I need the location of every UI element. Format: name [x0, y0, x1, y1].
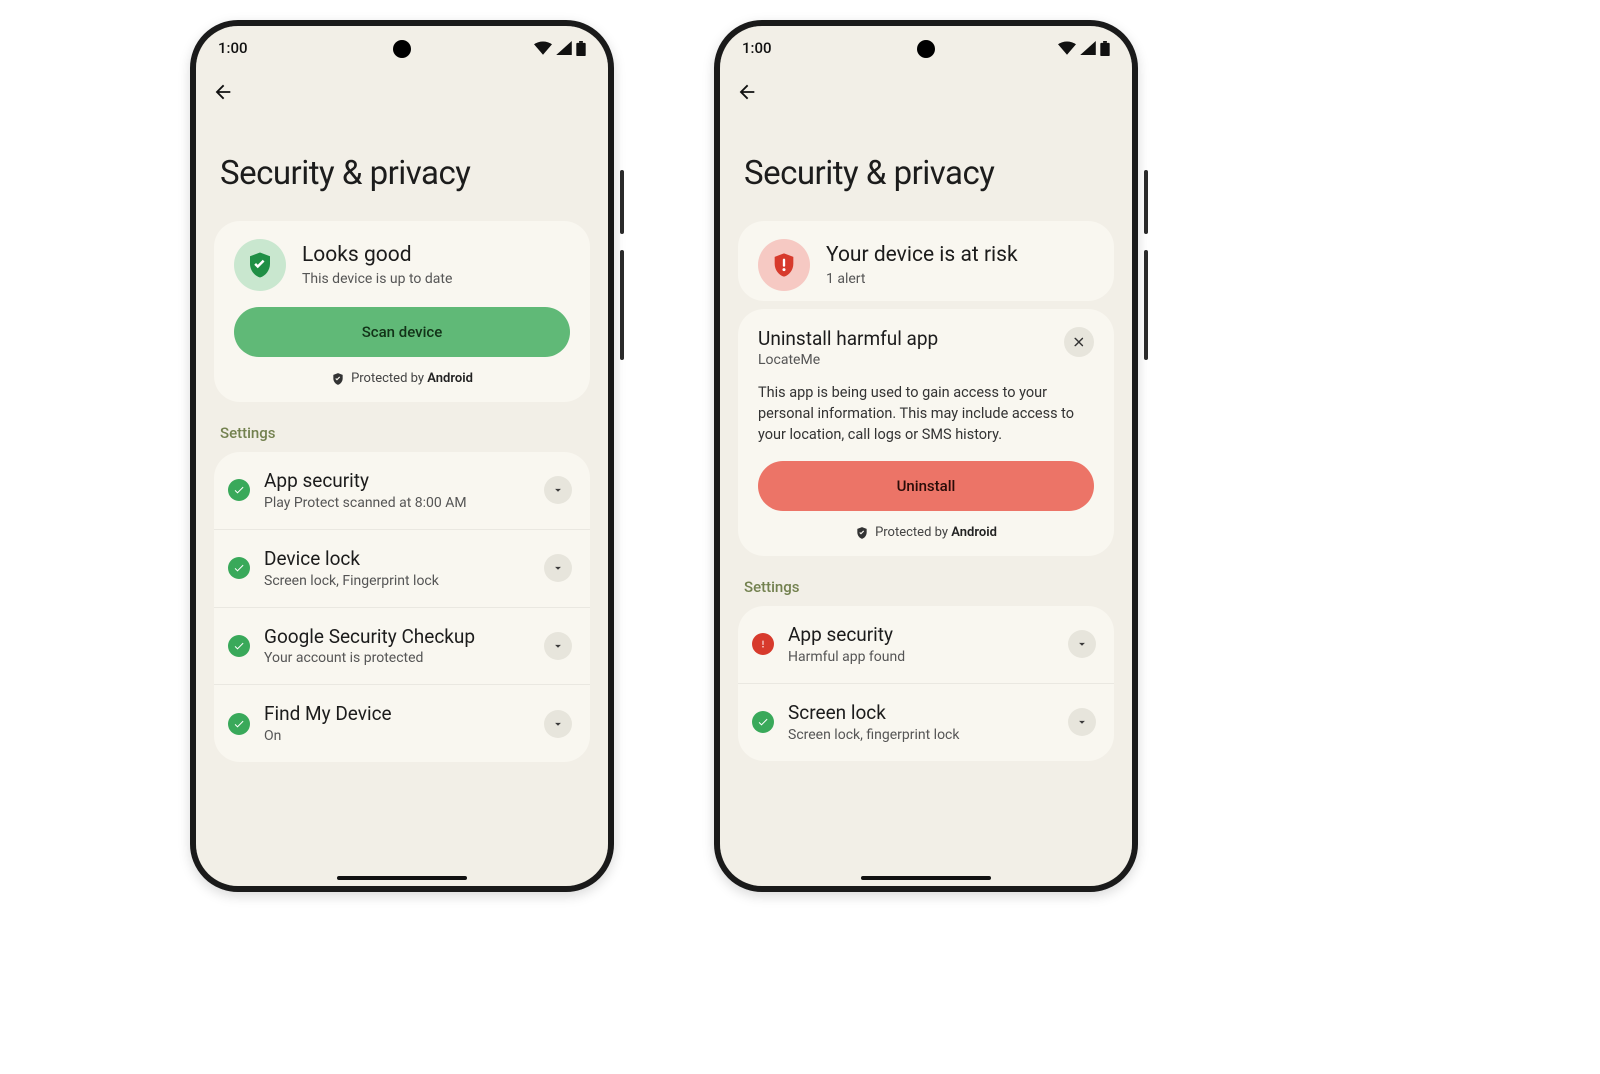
- expand-button[interactable]: [544, 554, 572, 582]
- shield-icon: [331, 372, 345, 386]
- expand-button[interactable]: [544, 710, 572, 738]
- shield-check-icon: [234, 239, 286, 291]
- row-screen-lock[interactable]: Screen lock Screen lock, fingerprint loc…: [738, 683, 1114, 761]
- check-circle-icon: [228, 479, 250, 501]
- row-subtitle: Your account is protected: [264, 650, 530, 666]
- row-subtitle: Harmful app found: [788, 649, 1054, 665]
- signal-icon: [1080, 41, 1096, 55]
- alert-app-name: LocateMe: [758, 352, 938, 368]
- row-subtitle: Screen lock, Fingerprint lock: [264, 573, 530, 589]
- chevron-down-icon: [551, 561, 565, 575]
- row-title: Find My Device: [264, 703, 530, 726]
- home-indicator[interactable]: [861, 876, 991, 880]
- status-icons: [534, 41, 586, 56]
- alert-description: This app is being used to gain access to…: [758, 382, 1094, 445]
- row-google-security-checkup[interactable]: Google Security Checkup Your account is …: [214, 607, 590, 685]
- status-icons: [1058, 41, 1110, 56]
- back-button[interactable]: [736, 81, 758, 103]
- status-title: Looks good: [302, 243, 570, 268]
- shield-icon: [855, 526, 869, 540]
- clock-text: 1:00: [742, 39, 772, 57]
- phone-mockup-left: 1:00 Security & privacy: [190, 20, 614, 892]
- shield-alert-icon: [758, 239, 810, 291]
- uninstall-button[interactable]: Uninstall: [758, 461, 1094, 511]
- row-title: Device lock: [264, 548, 530, 571]
- settings-section-label: Settings: [744, 578, 1108, 596]
- row-device-lock[interactable]: Device lock Screen lock, Fingerprint loc…: [214, 529, 590, 607]
- scan-device-button[interactable]: Scan device: [234, 307, 570, 357]
- row-title: App security: [264, 470, 530, 493]
- expand-button[interactable]: [544, 632, 572, 660]
- chevron-down-icon: [551, 717, 565, 731]
- settings-list: App security Play Protect scanned at 8:0…: [214, 452, 590, 762]
- row-title: App security: [788, 624, 1054, 647]
- expand-button[interactable]: [1068, 708, 1096, 736]
- row-subtitle: Screen lock, fingerprint lock: [788, 727, 1054, 743]
- arrow-left-icon: [736, 81, 758, 103]
- row-subtitle: Play Protect scanned at 8:00 AM: [264, 495, 530, 511]
- expand-button[interactable]: [1068, 630, 1096, 658]
- row-subtitle: On: [264, 728, 530, 744]
- row-title: Google Security Checkup: [264, 626, 530, 649]
- battery-icon: [576, 41, 586, 56]
- expand-button[interactable]: [544, 476, 572, 504]
- arrow-left-icon: [212, 81, 234, 103]
- row-app-security[interactable]: App security Harmful app found: [738, 606, 1114, 683]
- alert-card: Uninstall harmful app LocateMe This app …: [738, 309, 1114, 556]
- page-title: Security & privacy: [744, 154, 1108, 193]
- check-circle-icon: [752, 711, 774, 733]
- status-card-good: Looks good This device is up to date Sca…: [214, 221, 590, 402]
- chevron-down-icon: [1075, 715, 1089, 729]
- status-subtitle: This device is up to date: [302, 271, 570, 287]
- row-find-my-device[interactable]: Find My Device On: [214, 684, 590, 762]
- camera-cutout: [393, 40, 411, 58]
- camera-cutout: [917, 40, 935, 58]
- wifi-icon: [1058, 41, 1076, 55]
- phone-mockup-right: 1:00 Security & privacy: [714, 20, 1138, 892]
- row-app-security[interactable]: App security Play Protect scanned at 8:0…: [214, 452, 590, 529]
- signal-icon: [556, 41, 572, 55]
- check-circle-icon: [228, 635, 250, 657]
- chevron-down-icon: [551, 483, 565, 497]
- check-circle-icon: [228, 713, 250, 735]
- status-card-risk: Your device is at risk 1 alert: [738, 221, 1114, 301]
- check-circle-icon: [228, 557, 250, 579]
- status-title: Your device is at risk: [826, 243, 1094, 268]
- alert-title: Uninstall harmful app: [758, 327, 938, 350]
- close-icon: [1072, 335, 1086, 349]
- chevron-down-icon: [551, 639, 565, 653]
- dismiss-alert-button[interactable]: [1064, 327, 1094, 357]
- chevron-down-icon: [1075, 637, 1089, 651]
- wifi-icon: [534, 41, 552, 55]
- row-title: Screen lock: [788, 702, 1054, 725]
- page-title: Security & privacy: [220, 154, 584, 193]
- home-indicator[interactable]: [337, 876, 467, 880]
- clock-text: 1:00: [218, 39, 248, 57]
- protected-by-label: Protected by Android: [234, 371, 570, 386]
- status-subtitle: 1 alert: [826, 271, 1094, 287]
- back-button[interactable]: [212, 81, 234, 103]
- settings-section-label: Settings: [220, 424, 584, 442]
- settings-list: App security Harmful app found: [738, 606, 1114, 761]
- alert-circle-icon: [752, 633, 774, 655]
- protected-by-label: Protected by Android: [758, 525, 1094, 540]
- battery-icon: [1100, 41, 1110, 56]
